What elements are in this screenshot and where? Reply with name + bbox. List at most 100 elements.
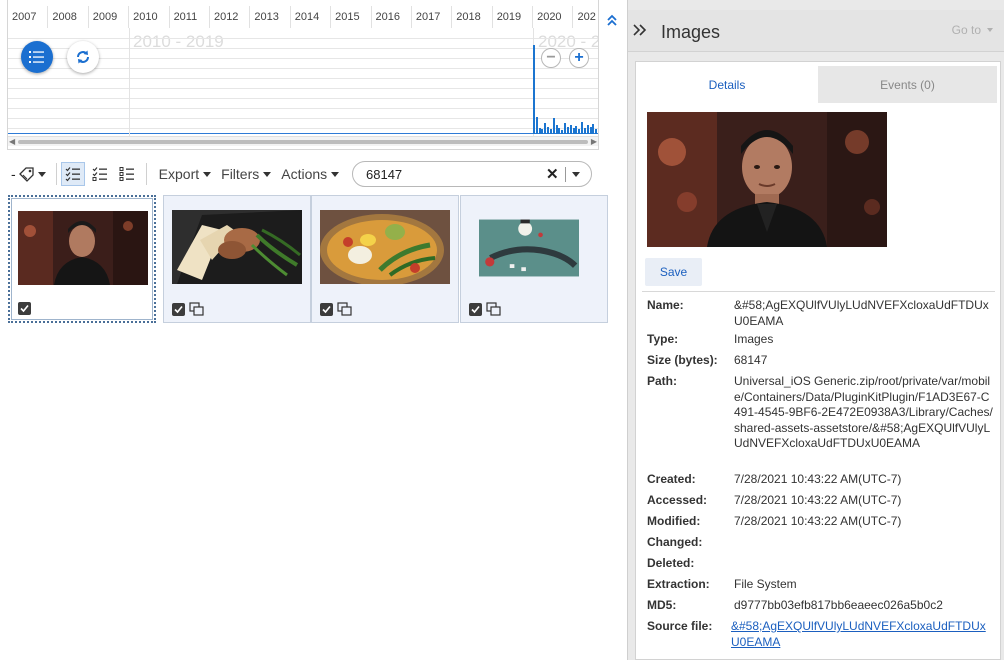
field-label: Size (bytes): [647, 353, 718, 369]
timeline-activity-bar[interactable] [581, 122, 583, 134]
actions-menu[interactable]: Actions [281, 166, 339, 182]
checklist-alt-view-icon [92, 166, 108, 182]
timeline-year-label[interactable]: 2013 [250, 6, 290, 28]
scroll-right-icon[interactable]: ▶ [591, 137, 597, 146]
timeline-year-label[interactable]: 2019 [493, 6, 533, 28]
timeline-year-label[interactable]: 2012 [210, 6, 250, 28]
timeline-activity-bar[interactable] [590, 127, 592, 134]
timeline-scroll-thumb[interactable] [18, 140, 588, 144]
timeline-activity-bar[interactable] [550, 129, 552, 134]
checklist-view-button[interactable] [61, 162, 85, 186]
timeline-activity-bar[interactable] [575, 126, 577, 134]
timeline-activity-bar[interactable] [570, 125, 572, 134]
timeline-years: 2007 2008 2009 2010 2011 2012 2013 2014 2015 2016… [8, 6, 598, 28]
checkbox-icon[interactable] [469, 303, 482, 316]
field-label: Modified: [647, 514, 700, 530]
details-list-view-button[interactable] [115, 162, 139, 186]
timeline-year-label[interactable]: 2008 [48, 6, 88, 28]
thumbnail-footer [172, 302, 205, 316]
field-label: Type: [647, 332, 678, 348]
collapse-timeline-button[interactable] [604, 12, 620, 28]
timeline-year-label[interactable]: 2020 [533, 6, 573, 28]
chevron-down-icon [263, 172, 271, 177]
timeline-activity-bar[interactable] [564, 123, 566, 134]
field-label: Name: [647, 298, 684, 314]
timeline-activity-bar[interactable] [553, 118, 555, 134]
goto-dropdown[interactable]: Go to [952, 23, 993, 37]
timeline-decade-label: 2010 - 2019 [133, 32, 224, 52]
chevron-down-icon[interactable] [572, 172, 580, 177]
timeline-activity-bar[interactable] [561, 130, 563, 134]
timeline-activity-bar[interactable] [547, 127, 549, 134]
tag-menu-button[interactable]: - [8, 161, 52, 187]
timeline-activity-bar[interactable] [544, 123, 546, 134]
timeline-activity-bar[interactable] [592, 124, 594, 134]
details-pane: Images Go to Details Events (0) Save Nam… [627, 0, 1004, 660]
field-value: Universal_iOS Generic.zip/root/private/v… [734, 374, 994, 452]
export-menu[interactable]: Export [159, 166, 211, 182]
zoom-in-button[interactable]: + [569, 48, 589, 68]
timeline-activity-bar[interactable] [541, 129, 543, 134]
field-label: MD5: [647, 598, 676, 614]
checklist-alt-view-button[interactable] [88, 162, 112, 186]
timeline-decade-divider [129, 28, 130, 136]
timeline-activity-bar[interactable] [536, 117, 538, 134]
checkbox-icon[interactable] [18, 302, 31, 315]
checklist-view-icon [65, 166, 81, 182]
duplicate-icon [486, 302, 502, 316]
clear-icon[interactable]: ✕ [546, 165, 559, 183]
thumbnail-image-illustration [479, 199, 579, 297]
timeline-activity-bar[interactable] [587, 125, 589, 134]
thumbnail-footer [469, 302, 502, 316]
source-file-link[interactable]: &#58;AgEXQUlfVUlyLUdNVEFXcloxaUdFTDUxU0E… [731, 619, 993, 650]
thumbnail-item[interactable] [311, 195, 459, 323]
timeline-scrollbar[interactable]: ◀ ▶ [8, 136, 598, 146]
timeline-year-label[interactable]: 2018 [452, 6, 492, 28]
timeline-year-label[interactable]: 2017 [412, 6, 452, 28]
timeline-year-label[interactable]: 2014 [291, 6, 331, 28]
thumbnail-grid [8, 195, 608, 325]
timeline-gridline [8, 108, 598, 109]
zoom-out-button[interactable]: − [541, 48, 561, 68]
timeline-year-label[interactable]: 2011 [170, 6, 210, 28]
timeline-year-label[interactable]: 2010 [129, 6, 169, 28]
timeline-activity-bar[interactable] [567, 127, 569, 134]
search-input[interactable] [366, 166, 536, 183]
timeline-activity-bar[interactable] [595, 129, 597, 134]
list-view-button[interactable] [21, 41, 53, 73]
field-value: 7/28/2021 10:43:22 AM(UTC-7) [734, 493, 994, 509]
refresh-button[interactable] [67, 41, 99, 73]
timeline-activity-bar[interactable] [533, 45, 535, 134]
checkbox-icon[interactable] [172, 303, 185, 316]
timeline-year-label[interactable]: 2016 [372, 6, 412, 28]
timeline-year-label[interactable]: 202 [573, 6, 599, 28]
field-label: Changed: [647, 535, 702, 551]
details-title: Images [661, 22, 720, 43]
filters-menu[interactable]: Filters [221, 166, 271, 182]
search-box: ✕ [352, 161, 592, 187]
chevron-down-icon [203, 172, 211, 177]
expand-panel-button[interactable] [633, 24, 647, 39]
timeline-activity-bar[interactable] [539, 128, 541, 134]
thumbnail-image-portrait [18, 211, 148, 285]
tab-details[interactable]: Details [639, 66, 815, 103]
thumbnail-item[interactable] [8, 195, 156, 323]
timeline-year-label[interactable]: 2009 [89, 6, 129, 28]
timeline-chart[interactable]: 2010 - 2019 2020 - 2 [8, 28, 598, 136]
timeline-year-label[interactable]: 2015 [331, 6, 371, 28]
thumbnail-item[interactable] [460, 195, 608, 323]
scroll-left-icon[interactable]: ◀ [9, 137, 15, 146]
checkbox-icon[interactable] [320, 303, 333, 316]
timeline-activity-bar[interactable] [578, 129, 580, 134]
timeline-activity-bar[interactable] [584, 128, 586, 134]
timeline-activity-bar[interactable] [556, 125, 558, 134]
timeline-gridline [8, 98, 598, 99]
thumbnail-item[interactable] [163, 195, 311, 323]
timeline[interactable]: 2007 2008 2009 2010 2011 2012 2013 2014 2015 2016… [7, 0, 599, 150]
tab-events[interactable]: Events (0) [818, 66, 997, 103]
timeline-activity-bar[interactable] [573, 128, 575, 134]
timeline-year-label[interactable]: 2007 [8, 6, 48, 28]
save-button[interactable]: Save [645, 258, 702, 286]
timeline-activity-bar[interactable] [558, 128, 560, 134]
details-header: Images Go to [628, 10, 1004, 52]
